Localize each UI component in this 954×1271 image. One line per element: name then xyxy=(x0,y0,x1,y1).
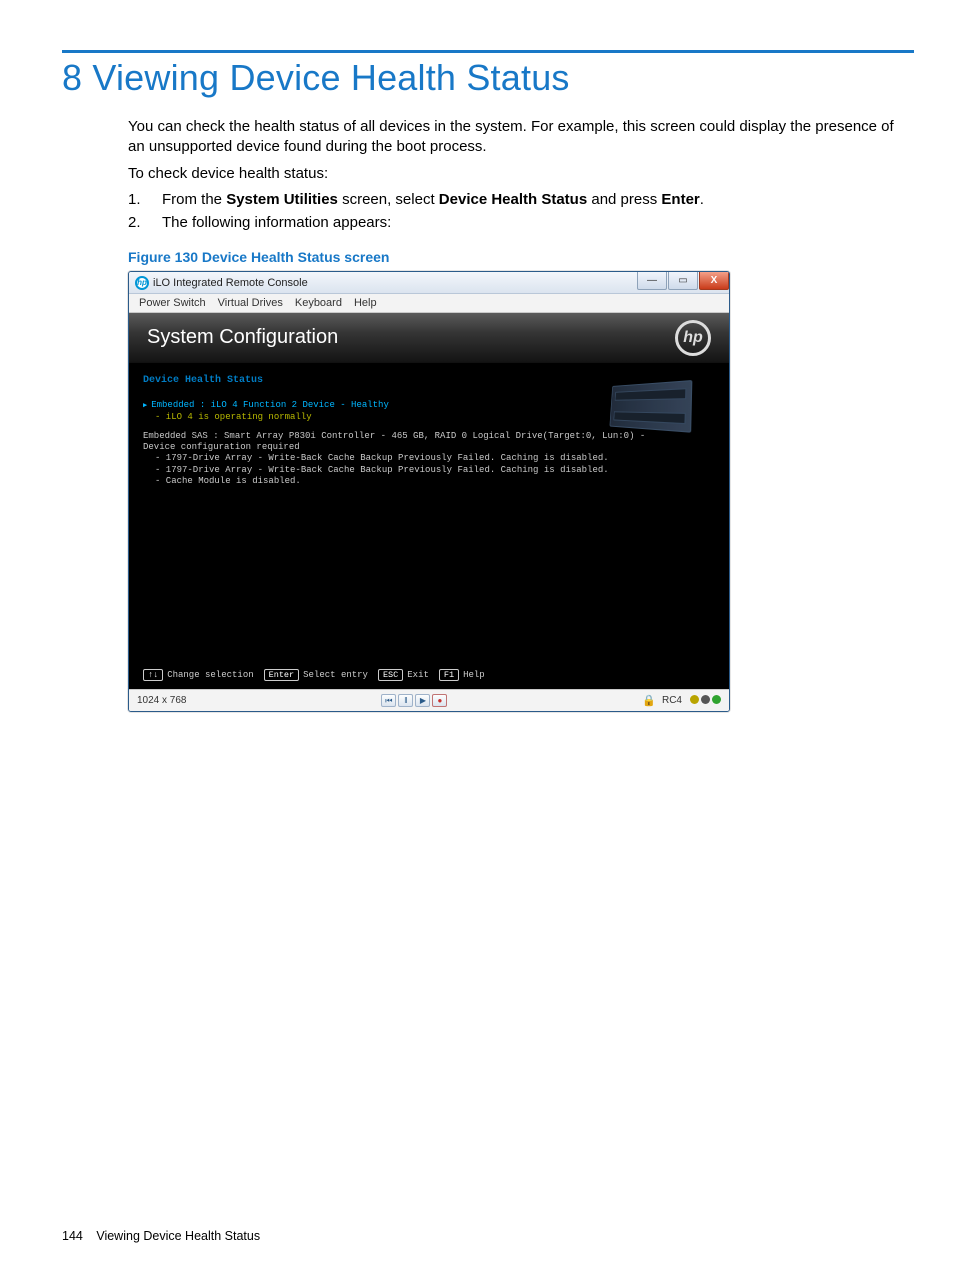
play-button[interactable]: ▶ xyxy=(415,694,430,707)
window-titlebar[interactable]: hp iLO Integrated Remote Console — ▭ X xyxy=(129,272,729,294)
key-up-down: ↑↓ xyxy=(143,669,163,681)
status-leds xyxy=(688,695,721,707)
step-2: 2. The following information appears: xyxy=(128,213,904,233)
selected-device-entry[interactable]: Embedded : iLO 4 Function 2 Device - Hea… xyxy=(143,400,715,411)
hp-logo-icon: hp xyxy=(675,320,711,356)
key-hints-bar: ↑↓ Change selection Enter Select entry E… xyxy=(143,669,485,681)
step1-text-mid2: and press xyxy=(587,191,661,208)
menu-virtual-drives[interactable]: Virtual Drives xyxy=(218,297,283,309)
key-f1: F1 xyxy=(439,669,459,681)
menu-help[interactable]: Help xyxy=(354,297,377,309)
playback-controls: ⏮ ‖ ▶ ● xyxy=(381,694,447,707)
resolution-label: 1024 x 768 xyxy=(137,695,187,706)
device-detail-line: - Cache Module is disabled. xyxy=(143,476,715,487)
hint-label: Select entry xyxy=(303,670,368,680)
step2-text: The following information appears: xyxy=(162,214,391,231)
encryption-label: RC4 xyxy=(662,695,682,706)
device-health-listing: Embedded : iLO 4 Function 2 Device - Hea… xyxy=(129,386,729,487)
device-entry[interactable]: Embedded SAS : Smart Array P830i Control… xyxy=(143,431,715,442)
page-number: 144 xyxy=(62,1229,83,1243)
step-number: 2. xyxy=(128,213,141,233)
lead-in: To check device health status: xyxy=(128,164,904,184)
step1-text-mid1: screen, select xyxy=(338,191,439,208)
figure-caption: Figure 130 Device Health Status screen xyxy=(128,249,904,265)
minimize-button[interactable]: — xyxy=(637,272,667,290)
close-button[interactable]: X xyxy=(699,272,729,290)
remote-console-viewport: System Configuration hp Device Health St… xyxy=(129,313,729,689)
record-button[interactable]: ● xyxy=(432,694,447,707)
hint-label: Help xyxy=(463,670,485,680)
hp-icon: hp xyxy=(135,276,149,290)
hint-exit: ESC Exit xyxy=(378,669,429,681)
step1-bold-2: Device Health Status xyxy=(439,191,587,208)
menu-bar: Power Switch Virtual Drives Keyboard Hel… xyxy=(129,294,729,313)
hint-select-entry: Enter Select entry xyxy=(264,669,368,681)
window-title: iLO Integrated Remote Console xyxy=(153,277,308,289)
lock-icon: 🔒 xyxy=(642,694,656,707)
step1-text-post: . xyxy=(700,191,704,208)
hint-label: Change selection xyxy=(167,670,253,680)
system-configuration-title: System Configuration xyxy=(147,326,338,349)
key-enter: Enter xyxy=(264,669,300,681)
device-detail-line: - 1797-Drive Array - Write-Back Cache Ba… xyxy=(143,453,715,464)
device-health-status-heading: Device Health Status xyxy=(129,363,729,386)
led-green-icon xyxy=(712,695,721,704)
steps-list: 1. From the System Utilities screen, sel… xyxy=(128,190,904,234)
step1-bold-1: System Utilities xyxy=(226,191,338,208)
step1-bold-3: Enter xyxy=(661,191,699,208)
hint-label: Exit xyxy=(407,670,429,680)
step1-text-pre: From the xyxy=(162,191,226,208)
menu-power-switch[interactable]: Power Switch xyxy=(139,297,206,309)
status-bar: 1024 x 768 ⏮ ‖ ▶ ● 🔒 RC4 xyxy=(129,689,729,711)
window-control-group: — ▭ X xyxy=(636,272,729,292)
step-number: 1. xyxy=(128,190,141,210)
footer-section-title: Viewing Device Health Status xyxy=(96,1229,260,1243)
ilo-remote-console-window: hp iLO Integrated Remote Console — ▭ X P… xyxy=(128,271,730,712)
page-footer: 144 Viewing Device Health Status xyxy=(62,1229,260,1243)
accent-rule xyxy=(62,50,914,53)
device-entry-sub: Device configuration required xyxy=(143,442,715,453)
hint-help: F1 Help xyxy=(439,669,485,681)
console-header-bar: System Configuration hp xyxy=(129,313,729,363)
chapter-title: 8 Viewing Device Health Status xyxy=(62,57,914,99)
maximize-button[interactable]: ▭ xyxy=(668,272,698,290)
device-detail-line: - iLO 4 is operating normally xyxy=(143,412,715,423)
led-amber-icon xyxy=(690,695,699,704)
device-detail-line: - 1797-Drive Array - Write-Back Cache Ba… xyxy=(143,465,715,476)
step-1: 1. From the System Utilities screen, sel… xyxy=(128,190,904,210)
key-esc: ESC xyxy=(378,669,403,681)
status-right-group: 🔒 RC4 xyxy=(642,694,721,707)
menu-keyboard[interactable]: Keyboard xyxy=(295,297,342,309)
rewind-button[interactable]: ⏮ xyxy=(381,694,396,707)
led-grey-icon xyxy=(701,695,710,704)
hint-change-selection: ↑↓ Change selection xyxy=(143,669,254,681)
pause-button[interactable]: ‖ xyxy=(398,694,413,707)
intro-paragraph: You can check the health status of all d… xyxy=(128,117,904,158)
